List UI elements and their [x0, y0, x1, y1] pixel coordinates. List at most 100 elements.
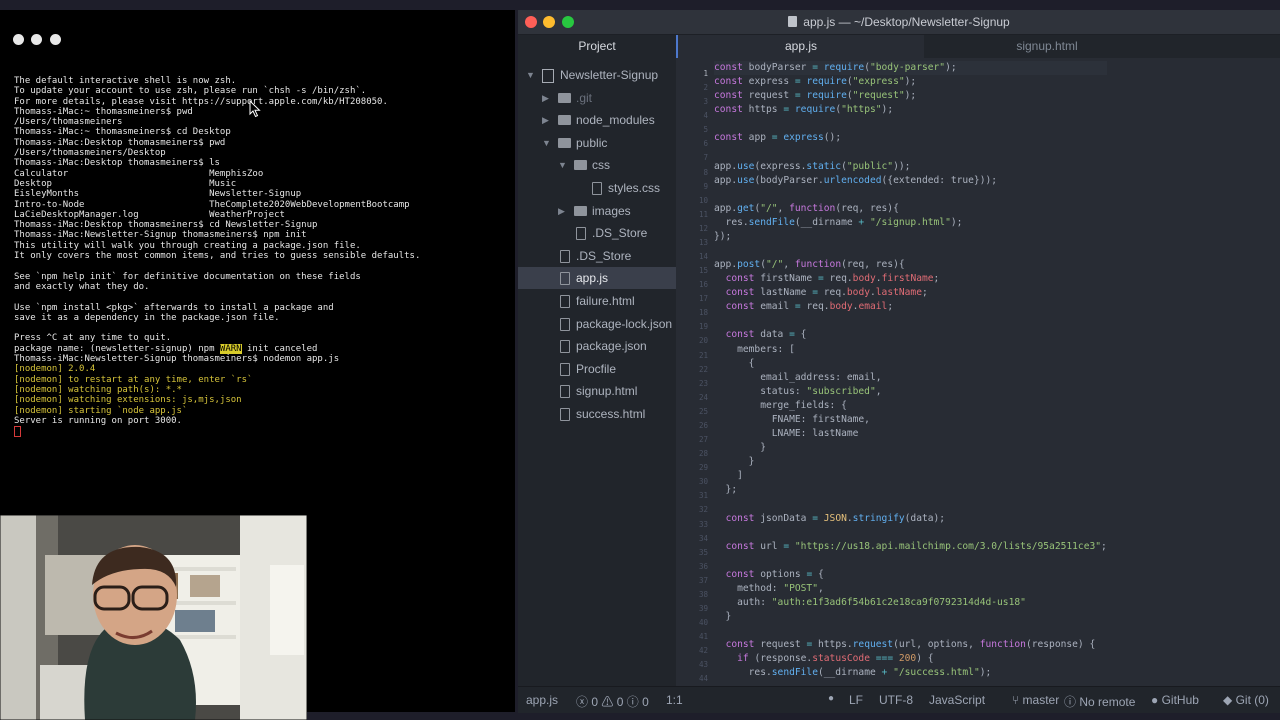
- code-line[interactable]: app.use(bodyParser.urlencoded({extended:…: [714, 174, 1107, 188]
- code-line[interactable]: merge_fields: {: [714, 399, 1107, 413]
- cursor-position[interactable]: 1:1: [666, 693, 683, 707]
- diagnostics[interactable]: ⓧ 0 ⚠ 0 ⓘ 0: [576, 693, 649, 710]
- tree-item-label: app.js: [576, 271, 609, 286]
- tree-item[interactable]: app.js: [518, 267, 676, 290]
- code-line[interactable]: auth: "auth:e1f3ad6f54b61c2e18ca9f079231…: [714, 596, 1107, 610]
- file-icon: [560, 385, 570, 399]
- chevron-down-icon[interactable]: ▼: [526, 64, 535, 86]
- title-bar[interactable]: app.js — ~/Desktop/Newsletter-Signup: [518, 10, 1280, 35]
- branch[interactable]: ⑂ master: [1012, 693, 1059, 707]
- code-line[interactable]: [714, 188, 1107, 202]
- warning-icon: ⚠: [601, 695, 614, 709]
- code-line[interactable]: });: [714, 230, 1107, 244]
- chevron-right-icon[interactable]: ▶: [558, 200, 565, 222]
- tree-item[interactable]: ▶ images: [518, 200, 676, 222]
- status-file[interactable]: app.js: [526, 693, 558, 707]
- code-line[interactable]: const request = require("request");: [714, 89, 1107, 103]
- line-number: 32: [698, 505, 708, 515]
- tree-item[interactable]: ▼ Newsletter-Signup: [518, 64, 676, 86]
- code-line[interactable]: }: [714, 441, 1107, 455]
- code-line[interactable]: [714, 526, 1107, 540]
- tree-item[interactable]: ▶ .git: [518, 87, 676, 109]
- line-ending[interactable]: LF: [849, 693, 863, 707]
- code-line[interactable]: email_address: email,: [714, 371, 1107, 385]
- terminal-minimize-button[interactable]: [31, 34, 42, 45]
- tab-project[interactable]: Project: [518, 35, 677, 58]
- terminal-zoom-button[interactable]: [50, 34, 61, 45]
- tab-app-js[interactable]: app.js: [676, 35, 924, 58]
- code-line[interactable]: }: [714, 610, 1107, 624]
- mouse-pointer-icon: [249, 100, 261, 118]
- code-line[interactable]: [714, 624, 1107, 638]
- terminal-line: Thomass-iMac:Desktop thomasmeiners$ pwd: [14, 137, 226, 148]
- code-line[interactable]: [714, 117, 1107, 131]
- code-line[interactable]: const lastName = req.body.lastName;: [714, 286, 1107, 300]
- code-line[interactable]: method: "POST",: [714, 582, 1107, 596]
- tree-item[interactable]: failure.html: [518, 290, 676, 312]
- code-line[interactable]: const url = "https://us18.api.mailchimp.…: [714, 540, 1107, 554]
- code-line[interactable]: const options = {: [714, 568, 1107, 582]
- code-line[interactable]: members: [: [714, 343, 1107, 357]
- code-line[interactable]: {: [714, 357, 1107, 371]
- tab-signup-html[interactable]: signup.html: [924, 35, 1170, 58]
- code-line[interactable]: app.get("/", function(req, res){: [714, 202, 1107, 216]
- chevron-down-icon[interactable]: ▼: [542, 132, 551, 154]
- github-button[interactable]: ● GitHub: [1151, 693, 1199, 707]
- code-line[interactable]: const jsonData = JSON.stringify(data);: [714, 512, 1107, 526]
- tree-item[interactable]: .DS_Store: [518, 222, 676, 244]
- terminal-line: It only covers the most common items, an…: [14, 251, 421, 262]
- code-line[interactable]: const https = require("https");: [714, 103, 1107, 117]
- code-line[interactable]: FNAME: firstName,: [714, 413, 1107, 427]
- grammar[interactable]: JavaScript: [929, 693, 985, 707]
- tree-item[interactable]: success.html: [518, 403, 676, 425]
- code-line[interactable]: res.sendFile(__dirname + "/success.html"…: [714, 666, 1107, 680]
- code-line[interactable]: const email = req.body.email;: [714, 300, 1107, 314]
- tree-item[interactable]: .DS_Store: [518, 245, 676, 267]
- code-line[interactable]: LNAME: lastName: [714, 427, 1107, 441]
- chevron-right-icon[interactable]: ▶: [542, 87, 549, 109]
- code-editor[interactable]: 1 2 3 4 5 6 7 8 9 10 11 12 13 14 15 16 17 18 19 20 21 22 23 24 2…: [676, 58, 1280, 686]
- code-line[interactable]: const request = https.request(url, optio…: [714, 638, 1107, 652]
- code-line[interactable]: [714, 554, 1107, 568]
- code-line[interactable]: app.post("/", function(req, res){: [714, 258, 1107, 272]
- terminal-line: Press ^C at any time to quit.: [14, 333, 172, 344]
- code-line[interactable]: status: "subscribed",: [714, 385, 1107, 399]
- tree-item[interactable]: ▼ css: [518, 154, 676, 176]
- tree-item[interactable]: ▶ node_modules: [518, 109, 676, 131]
- code-line[interactable]: const bodyParser = require("body-parser"…: [714, 61, 1107, 76]
- code-line[interactable]: [714, 244, 1107, 258]
- code-line[interactable]: const firstName = req.body.firstName;: [714, 272, 1107, 286]
- encoding[interactable]: UTF-8: [879, 693, 913, 707]
- code-line[interactable]: const data = {: [714, 328, 1107, 342]
- code-line[interactable]: ]: [714, 469, 1107, 483]
- code-line[interactable]: const app = express();: [714, 131, 1107, 145]
- file-icon: [576, 227, 586, 241]
- terminal-output[interactable]: The default interactive shell is now zsh…: [14, 76, 509, 439]
- code-lines[interactable]: const bodyParser = require("body-parser"…: [714, 61, 1107, 680]
- tree-item[interactable]: signup.html: [518, 380, 676, 402]
- terminal-close-button[interactable]: [13, 34, 24, 45]
- file-icon: [560, 408, 570, 421]
- chevron-right-icon[interactable]: ▶: [542, 109, 549, 131]
- code-line[interactable]: if (response.statusCode === 200) {: [714, 652, 1107, 666]
- project-tree[interactable]: ▼ Newsletter-Signup ▶ .git ▶ node_modules ▼ pub…: [518, 58, 676, 686]
- code-line[interactable]: [714, 497, 1107, 511]
- tree-item[interactable]: package-lock.json: [518, 313, 676, 335]
- tree-item[interactable]: ▼ public: [518, 132, 676, 154]
- atom-editor-window[interactable]: app.js — ~/Desktop/Newsletter-Signup Pro…: [518, 10, 1280, 713]
- tree-item[interactable]: package.json: [518, 335, 676, 357]
- tree-item[interactable]: styles.css: [518, 177, 676, 199]
- remote[interactable]: ⓘ No remote: [1064, 693, 1135, 710]
- code-line[interactable]: res.sendFile(__dirname + "/signup.html")…: [714, 216, 1107, 230]
- code-line[interactable]: }: [714, 455, 1107, 469]
- code-line[interactable]: app.use(express.static("public"));: [714, 160, 1107, 174]
- warn-badge: WARN: [219, 343, 242, 354]
- code-line[interactable]: const express = require("express");: [714, 75, 1107, 89]
- code-line[interactable]: };: [714, 483, 1107, 497]
- code-line[interactable]: [714, 145, 1107, 159]
- git-button[interactable]: ◆ Git (0): [1223, 693, 1269, 707]
- chevron-down-icon[interactable]: ▼: [558, 154, 567, 176]
- code-line[interactable]: [714, 314, 1107, 328]
- line-number: 43: [698, 660, 708, 670]
- tree-item[interactable]: Procfile: [518, 358, 676, 380]
